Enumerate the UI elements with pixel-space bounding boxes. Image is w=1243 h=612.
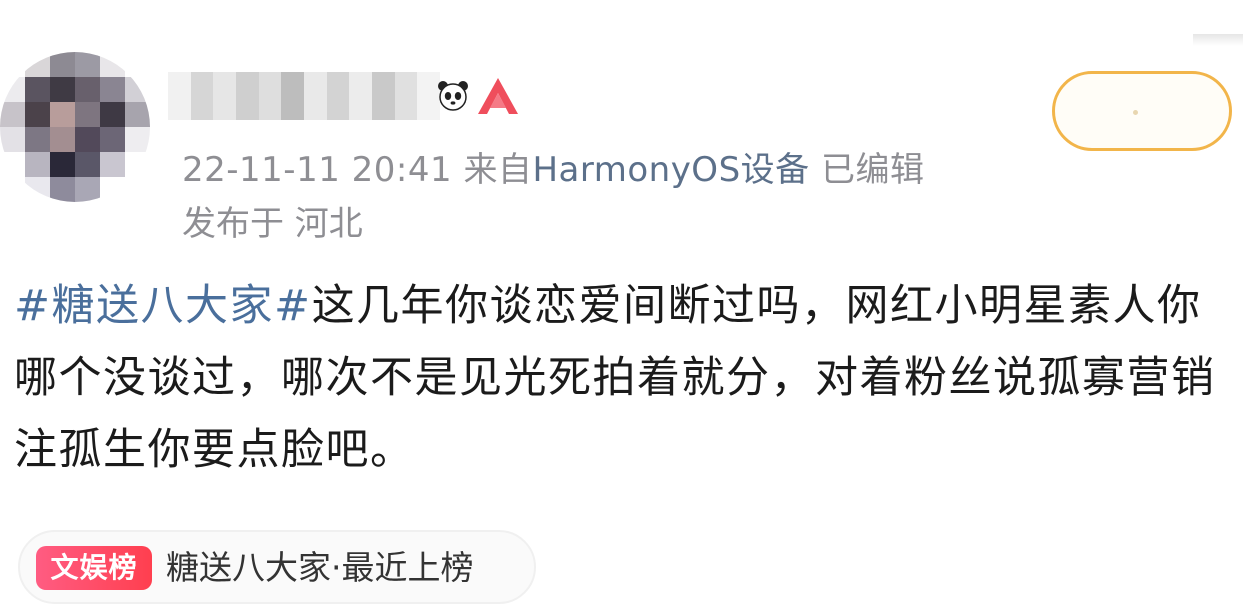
follow-button[interactable] [1052, 71, 1232, 151]
trend-text: 糖送八大家·最近上榜 [166, 548, 474, 587]
trend-tag[interactable]: 文娱榜 糖送八大家·最近上榜 [18, 530, 536, 604]
post-timestamp[interactable]: 22-11-11 20:41 [182, 150, 452, 190]
trend-badge: 文娱榜 [36, 546, 152, 590]
source-prefix: 来自 [463, 150, 533, 190]
avatar[interactable] [0, 52, 150, 202]
panda-icon [438, 81, 468, 111]
post-content: #糖送八大家#这几年你谈恋爱间断过吗，网红小明星素人你哪个没谈过，哪次不是见光死… [14, 270, 1229, 486]
source-device[interactable]: HarmonyOS设备 [532, 150, 809, 190]
topic-link[interactable]: #糖送八大家# [14, 281, 312, 331]
post-meta: 22-11-11 20:41 来自HarmonyOS设备 已编辑 [182, 142, 924, 191]
follow-button-dot [1133, 110, 1138, 115]
rank-badge-icon [478, 78, 518, 114]
edited-label[interactable]: 已编辑 [821, 150, 925, 190]
weibo-post: 22-11-11 20:41 来自HarmonyOS设备 已编辑 发布于 河北 … [0, 0, 1243, 612]
corner-shadow [1193, 34, 1243, 46]
username-redacted[interactable] [168, 72, 441, 120]
post-location: 发布于 河北 [182, 204, 363, 244]
